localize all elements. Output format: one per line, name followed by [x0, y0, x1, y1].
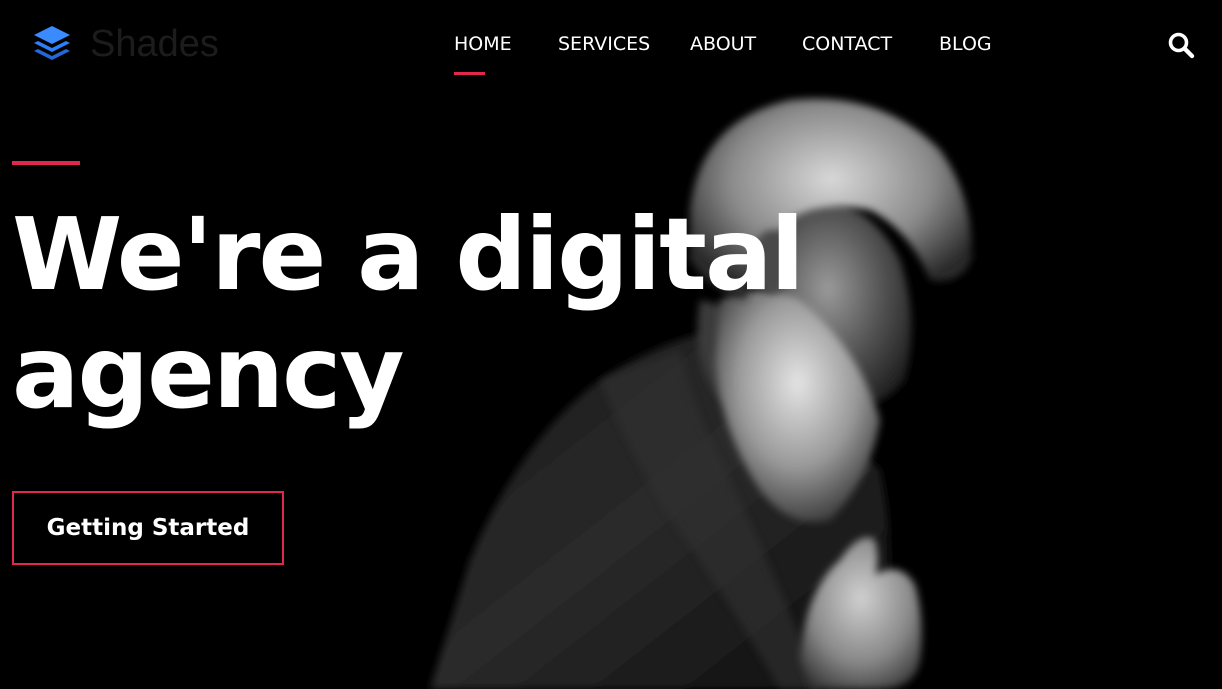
nav-item-about[interactable]: ABOUT [690, 30, 756, 58]
getting-started-button[interactable]: Getting Started [12, 491, 284, 565]
nav-item-contact[interactable]: CONTACT [802, 30, 892, 58]
nav-item-blog[interactable]: BLOG [939, 30, 992, 58]
main-navigation: HOME SERVICES ABOUT CONTACT BLOG [0, 30, 1222, 60]
search-icon[interactable] [1167, 31, 1195, 59]
nav-item-home[interactable]: HOME [454, 30, 512, 58]
hero-headline: We're a digital agency [12, 196, 805, 431]
headline-accent-line [12, 161, 80, 165]
hero-section: Shades HOME SERVICES ABOUT CONTACT BLOG … [0, 0, 1222, 689]
nav-item-services[interactable]: SERVICES [558, 30, 650, 58]
nav-active-indicator [454, 72, 485, 75]
